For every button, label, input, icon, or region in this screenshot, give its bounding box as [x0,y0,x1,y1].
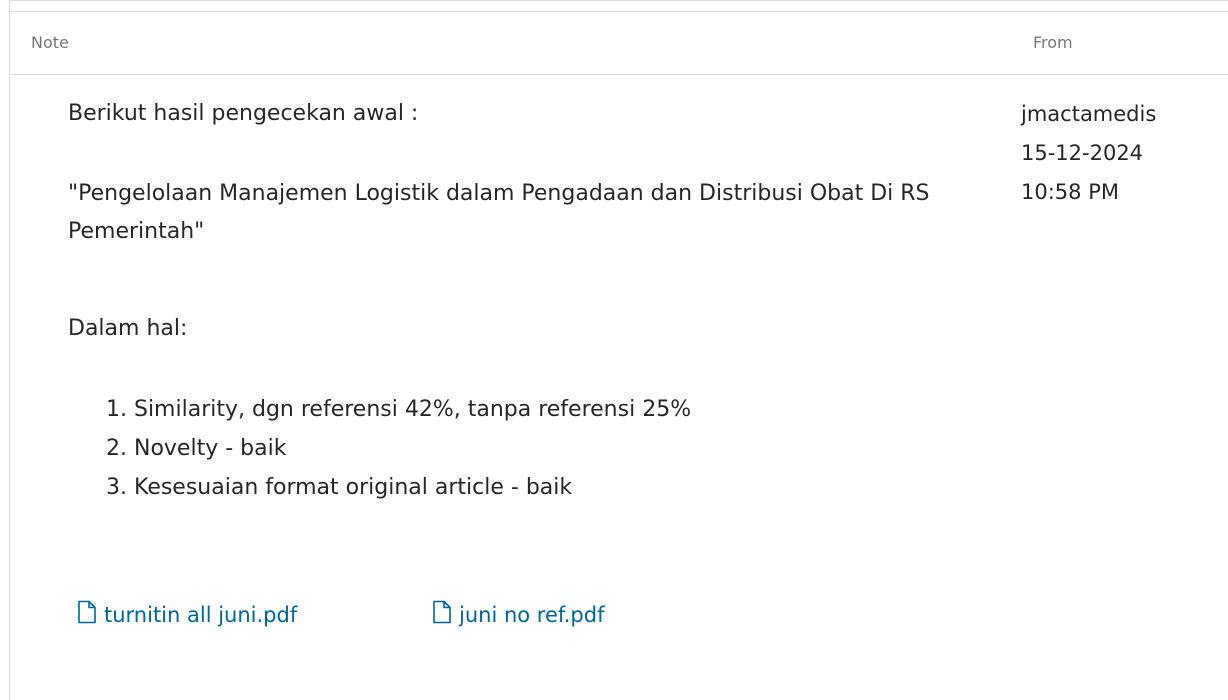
list-item: 3. Kesesuaian format original article - … [106,475,573,500]
list-item: 2. Novelty - baik [106,436,287,461]
from-user: jmactamedis [1021,102,1157,126]
file-icon [76,599,98,627]
from-date: 15-12-2024 [1021,141,1144,165]
note-article-title: "Pengelolaan Manajemen Logistik dalam Pe… [68,181,930,244]
attachment-link-turnitin[interactable]: turnitin all juni.pdf [76,598,297,632]
file-icon [431,599,453,627]
column-header-from: From [1033,33,1073,52]
note-intro: Berikut hasil pengecekan awal : [68,101,419,126]
note-checklist: 1. Similarity, dgn referensi 42%, tanpa … [106,390,691,507]
attachment-name: turnitin all juni.pdf [104,603,298,627]
column-header-note: Note [31,33,69,52]
table-header: Note From [10,11,1228,75]
attachment-name: juni no ref.pdf [459,603,605,627]
note-from: jmactamedis 15-12-2024 10:58 PM [1021,95,1156,212]
note-dalam-hal: Dalam hal: [68,316,188,341]
attachment-link-no-ref[interactable]: juni no ref.pdf [431,598,604,632]
list-item: 1. Similarity, dgn referensi 42%, tanpa … [106,397,692,422]
from-time: 10:58 PM [1021,180,1119,204]
